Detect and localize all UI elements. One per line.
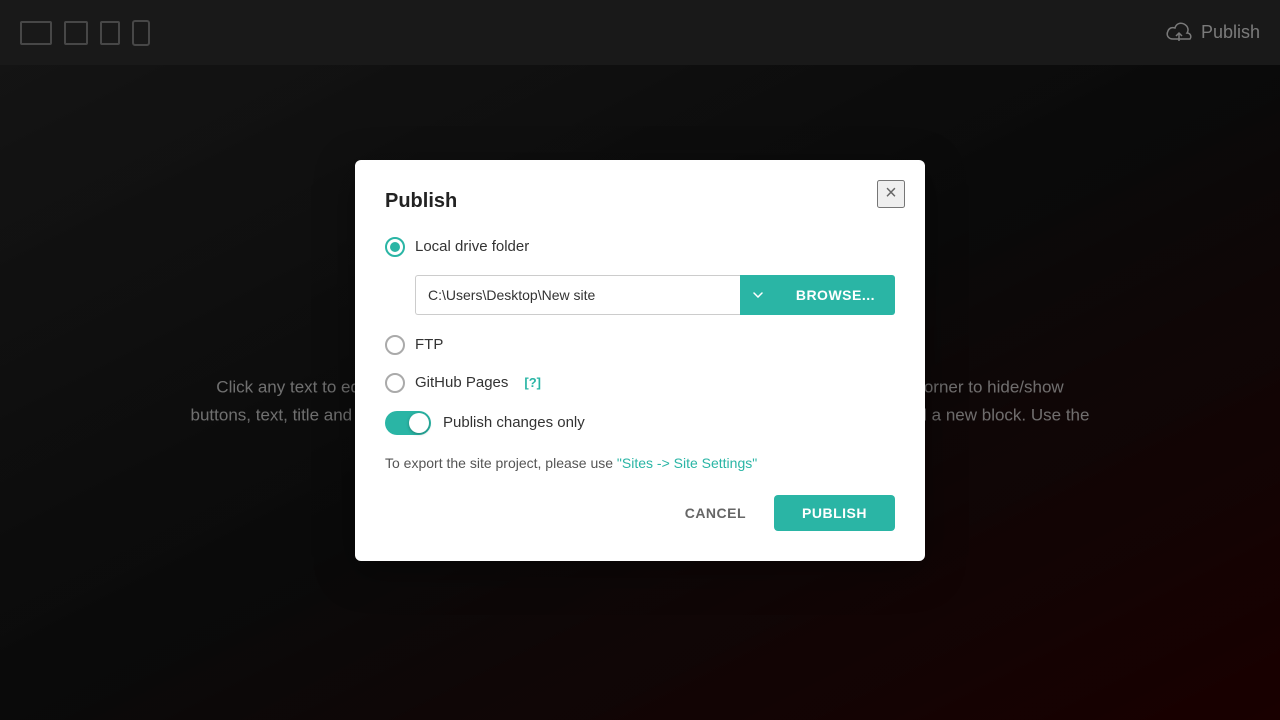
toggle-label: Publish changes only: [443, 414, 585, 431]
ftp-option[interactable]: FTP: [385, 335, 895, 355]
dialog-close-button[interactable]: ×: [877, 180, 905, 208]
publish-button[interactable]: PUBLISH: [774, 495, 895, 531]
publish-changes-toggle[interactable]: [385, 411, 431, 435]
local-drive-label: Local drive folder: [415, 238, 529, 255]
local-drive-radio[interactable]: [385, 237, 405, 257]
publish-dialog: Publish × Local drive folder BROWSE... F…: [355, 160, 925, 561]
dialog-footer: CANCEL PUBLISH: [385, 495, 895, 531]
ftp-radio[interactable]: [385, 335, 405, 355]
github-label: GitHub Pages: [415, 374, 508, 391]
path-dropdown-button[interactable]: [740, 275, 776, 315]
github-help-link[interactable]: [?]: [524, 375, 541, 390]
cancel-button[interactable]: CANCEL: [669, 495, 762, 531]
export-note-text: To export the site project, please use: [385, 455, 617, 471]
export-note: To export the site project, please use "…: [385, 455, 895, 471]
toggle-row: Publish changes only: [385, 411, 895, 435]
chevron-down-icon: [753, 292, 763, 298]
path-input[interactable]: [415, 275, 740, 315]
export-link[interactable]: "Sites -> Site Settings": [617, 455, 757, 471]
github-radio[interactable]: [385, 373, 405, 393]
browse-button[interactable]: BROWSE...: [776, 275, 895, 315]
dialog-title: Publish: [385, 190, 895, 213]
github-option[interactable]: GitHub Pages [?]: [385, 373, 895, 393]
path-input-row: BROWSE...: [415, 275, 895, 315]
ftp-label: FTP: [415, 336, 443, 353]
local-drive-option[interactable]: Local drive folder: [385, 237, 895, 257]
modal-overlay: Publish × Local drive folder BROWSE... F…: [0, 0, 1280, 720]
